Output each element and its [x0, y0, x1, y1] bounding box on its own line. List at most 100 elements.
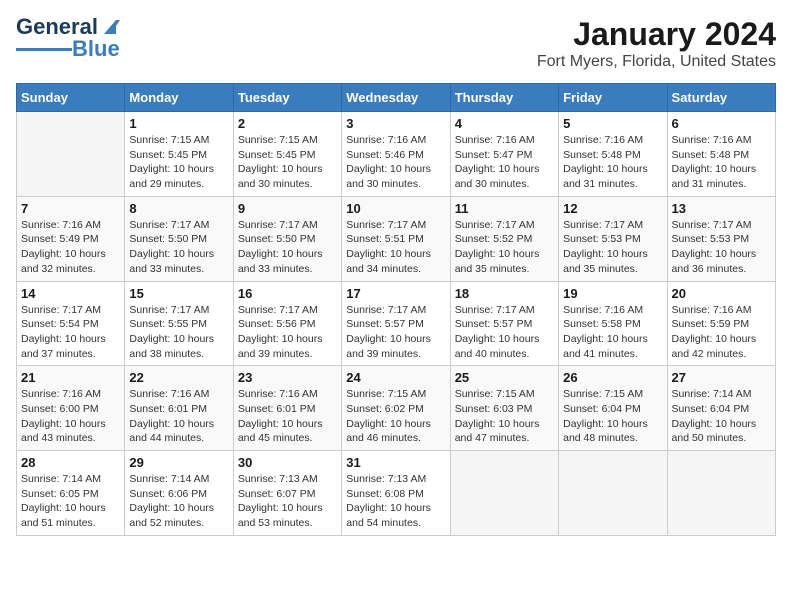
calendar-week-1: 1 Sunrise: 7:15 AM Sunset: 5:45 PM Daylig…: [17, 112, 776, 197]
day-number: 14: [21, 286, 120, 301]
day-info: Sunrise: 7:16 AM Sunset: 5:59 PM Dayligh…: [672, 303, 771, 362]
calendar-cell: [450, 451, 558, 536]
day-number: 9: [238, 201, 337, 216]
calendar-cell: 22Sunrise: 7:16 AM Sunset: 6:01 PM Dayli…: [125, 366, 233, 451]
calendar-cell: 30Sunrise: 7:13 AM Sunset: 6:07 PM Dayli…: [233, 451, 341, 536]
day-info: Sunrise: 7:16 AM Sunset: 5:58 PM Dayligh…: [563, 303, 662, 362]
day-info: Sunrise: 7:17 AM Sunset: 5:50 PM Dayligh…: [238, 218, 337, 277]
day-info: Sunrise: 7:15 AM Sunset: 6:03 PM Dayligh…: [455, 387, 554, 446]
calendar-cell: [667, 451, 775, 536]
day-number: 8: [129, 201, 228, 216]
header-wednesday: Wednesday: [342, 84, 450, 112]
day-number: 21: [21, 370, 120, 385]
calendar-cell: 8 Sunrise: 7:17 AM Sunset: 5:50 PM Daylig…: [125, 196, 233, 281]
day-number: 24: [346, 370, 445, 385]
calendar-cell: 10 Sunrise: 7:17 AM Sunset: 5:51 PM Dayli…: [342, 196, 450, 281]
day-number: 17: [346, 286, 445, 301]
day-info: Sunrise: 7:16 AM Sunset: 6:01 PM Dayligh…: [238, 387, 337, 446]
calendar-cell: 4 Sunrise: 7:16 AM Sunset: 5:47 PM Daylig…: [450, 112, 558, 197]
calendar-cell: 25 Sunrise: 7:15 AM Sunset: 6:03 PM Dayli…: [450, 366, 558, 451]
day-info: Sunrise: 7:16 AM Sunset: 5:48 PM Dayligh…: [563, 133, 662, 192]
calendar-subtitle: Fort Myers, Florida, United States: [537, 53, 776, 71]
calendar-cell: [559, 451, 667, 536]
day-number: 31: [346, 455, 445, 470]
calendar-cell: 20 Sunrise: 7:16 AM Sunset: 5:59 PM Dayli…: [667, 281, 775, 366]
day-info: Sunrise: 7:15 AM Sunset: 6:04 PM Dayligh…: [563, 387, 662, 446]
calendar-cell: 26 Sunrise: 7:15 AM Sunset: 6:04 PM Dayli…: [559, 366, 667, 451]
calendar-week-5: 28 Sunrise: 7:14 AM Sunset: 6:05 PM Dayli…: [17, 451, 776, 536]
day-number: 15: [129, 286, 228, 301]
day-number: 23: [238, 370, 337, 385]
calendar-cell: 6 Sunrise: 7:16 AM Sunset: 5:48 PM Daylig…: [667, 112, 775, 197]
calendar-cell: 23 Sunrise: 7:16 AM Sunset: 6:01 PM Dayli…: [233, 366, 341, 451]
calendar-cell: 15 Sunrise: 7:17 AM Sunset: 5:55 PM Dayli…: [125, 281, 233, 366]
calendar-cell: 13 Sunrise: 7:17 AM Sunset: 5:53 PM Dayli…: [667, 196, 775, 281]
day-number: 28: [21, 455, 120, 470]
day-number: 19: [563, 286, 662, 301]
header-sunday: Sunday: [17, 84, 125, 112]
day-info: Sunrise: 7:14 AM Sunset: 6:06 PM Dayligh…: [129, 472, 228, 531]
header-thursday: Thursday: [450, 84, 558, 112]
calendar-cell: 19 Sunrise: 7:16 AM Sunset: 5:58 PM Dayli…: [559, 281, 667, 366]
day-info: Sunrise: 7:16 AM Sunset: 6:00 PM Dayligh…: [21, 387, 120, 446]
calendar-cell: 5Sunrise: 7:16 AM Sunset: 5:48 PM Daylig…: [559, 112, 667, 197]
calendar-cell: [17, 112, 125, 197]
calendar-cell: 3 Sunrise: 7:16 AM Sunset: 5:46 PM Daylig…: [342, 112, 450, 197]
day-number: 20: [672, 286, 771, 301]
day-number: 27: [672, 370, 771, 385]
header-friday: Friday: [559, 84, 667, 112]
day-info: Sunrise: 7:17 AM Sunset: 5:54 PM Dayligh…: [21, 303, 120, 362]
day-info: Sunrise: 7:17 AM Sunset: 5:50 PM Dayligh…: [129, 218, 228, 277]
calendar-cell: 29 Sunrise: 7:14 AM Sunset: 6:06 PM Dayli…: [125, 451, 233, 536]
calendar-week-2: 7Sunrise: 7:16 AM Sunset: 5:49 PM Daylig…: [17, 196, 776, 281]
day-info: Sunrise: 7:17 AM Sunset: 5:55 PM Dayligh…: [129, 303, 228, 362]
calendar-table: SundayMondayTuesdayWednesdayThursdayFrid…: [16, 83, 776, 536]
header-tuesday: Tuesday: [233, 84, 341, 112]
day-number: 2: [238, 116, 337, 131]
day-info: Sunrise: 7:15 AM Sunset: 6:02 PM Dayligh…: [346, 387, 445, 446]
day-number: 11: [455, 201, 554, 216]
day-info: Sunrise: 7:16 AM Sunset: 5:46 PM Dayligh…: [346, 133, 445, 192]
calendar-cell: 18Sunrise: 7:17 AM Sunset: 5:57 PM Dayli…: [450, 281, 558, 366]
page-header: General Blue January 2024 Fort Myers, Fl…: [16, 16, 776, 71]
day-number: 25: [455, 370, 554, 385]
day-info: Sunrise: 7:14 AM Sunset: 6:04 PM Dayligh…: [672, 387, 771, 446]
day-info: Sunrise: 7:17 AM Sunset: 5:51 PM Dayligh…: [346, 218, 445, 277]
calendar-cell: 2 Sunrise: 7:15 AM Sunset: 5:45 PM Daylig…: [233, 112, 341, 197]
day-info: Sunrise: 7:14 AM Sunset: 6:05 PM Dayligh…: [21, 472, 120, 531]
day-number: 30: [238, 455, 337, 470]
calendar-cell: 12Sunrise: 7:17 AM Sunset: 5:53 PM Dayli…: [559, 196, 667, 281]
day-number: 13: [672, 201, 771, 216]
calendar-title: January 2024: [537, 16, 776, 53]
logo-underline: [16, 48, 72, 51]
calendar-cell: 28 Sunrise: 7:14 AM Sunset: 6:05 PM Dayli…: [17, 451, 125, 536]
day-info: Sunrise: 7:17 AM Sunset: 5:56 PM Dayligh…: [238, 303, 337, 362]
calendar-week-3: 14 Sunrise: 7:17 AM Sunset: 5:54 PM Dayli…: [17, 281, 776, 366]
header-monday: Monday: [125, 84, 233, 112]
day-number: 10: [346, 201, 445, 216]
day-number: 1: [129, 116, 228, 131]
calendar-week-4: 21 Sunrise: 7:16 AM Sunset: 6:00 PM Dayli…: [17, 366, 776, 451]
day-number: 7: [21, 201, 120, 216]
calendar-cell: 27 Sunrise: 7:14 AM Sunset: 6:04 PM Dayli…: [667, 366, 775, 451]
day-info: Sunrise: 7:13 AM Sunset: 6:08 PM Dayligh…: [346, 472, 445, 531]
logo-arrow-icon: [98, 16, 120, 38]
day-number: 6: [672, 116, 771, 131]
day-info: Sunrise: 7:16 AM Sunset: 5:47 PM Dayligh…: [455, 133, 554, 192]
title-block: January 2024 Fort Myers, Florida, United…: [537, 16, 776, 71]
logo: General Blue: [16, 16, 120, 60]
calendar-cell: 21 Sunrise: 7:16 AM Sunset: 6:00 PM Dayli…: [17, 366, 125, 451]
logo-text: General: [16, 16, 98, 38]
day-info: Sunrise: 7:15 AM Sunset: 5:45 PM Dayligh…: [238, 133, 337, 192]
day-number: 26: [563, 370, 662, 385]
calendar-cell: 14 Sunrise: 7:17 AM Sunset: 5:54 PM Dayli…: [17, 281, 125, 366]
calendar-cell: 24 Sunrise: 7:15 AM Sunset: 6:02 PM Dayli…: [342, 366, 450, 451]
day-number: 4: [455, 116, 554, 131]
day-info: Sunrise: 7:16 AM Sunset: 5:48 PM Dayligh…: [672, 133, 771, 192]
day-number: 3: [346, 116, 445, 131]
day-number: 18: [455, 286, 554, 301]
day-info: Sunrise: 7:15 AM Sunset: 5:45 PM Dayligh…: [129, 133, 228, 192]
day-info: Sunrise: 7:17 AM Sunset: 5:53 PM Dayligh…: [672, 218, 771, 277]
calendar-header-row: SundayMondayTuesdayWednesdayThursdayFrid…: [17, 84, 776, 112]
day-number: 29: [129, 455, 228, 470]
